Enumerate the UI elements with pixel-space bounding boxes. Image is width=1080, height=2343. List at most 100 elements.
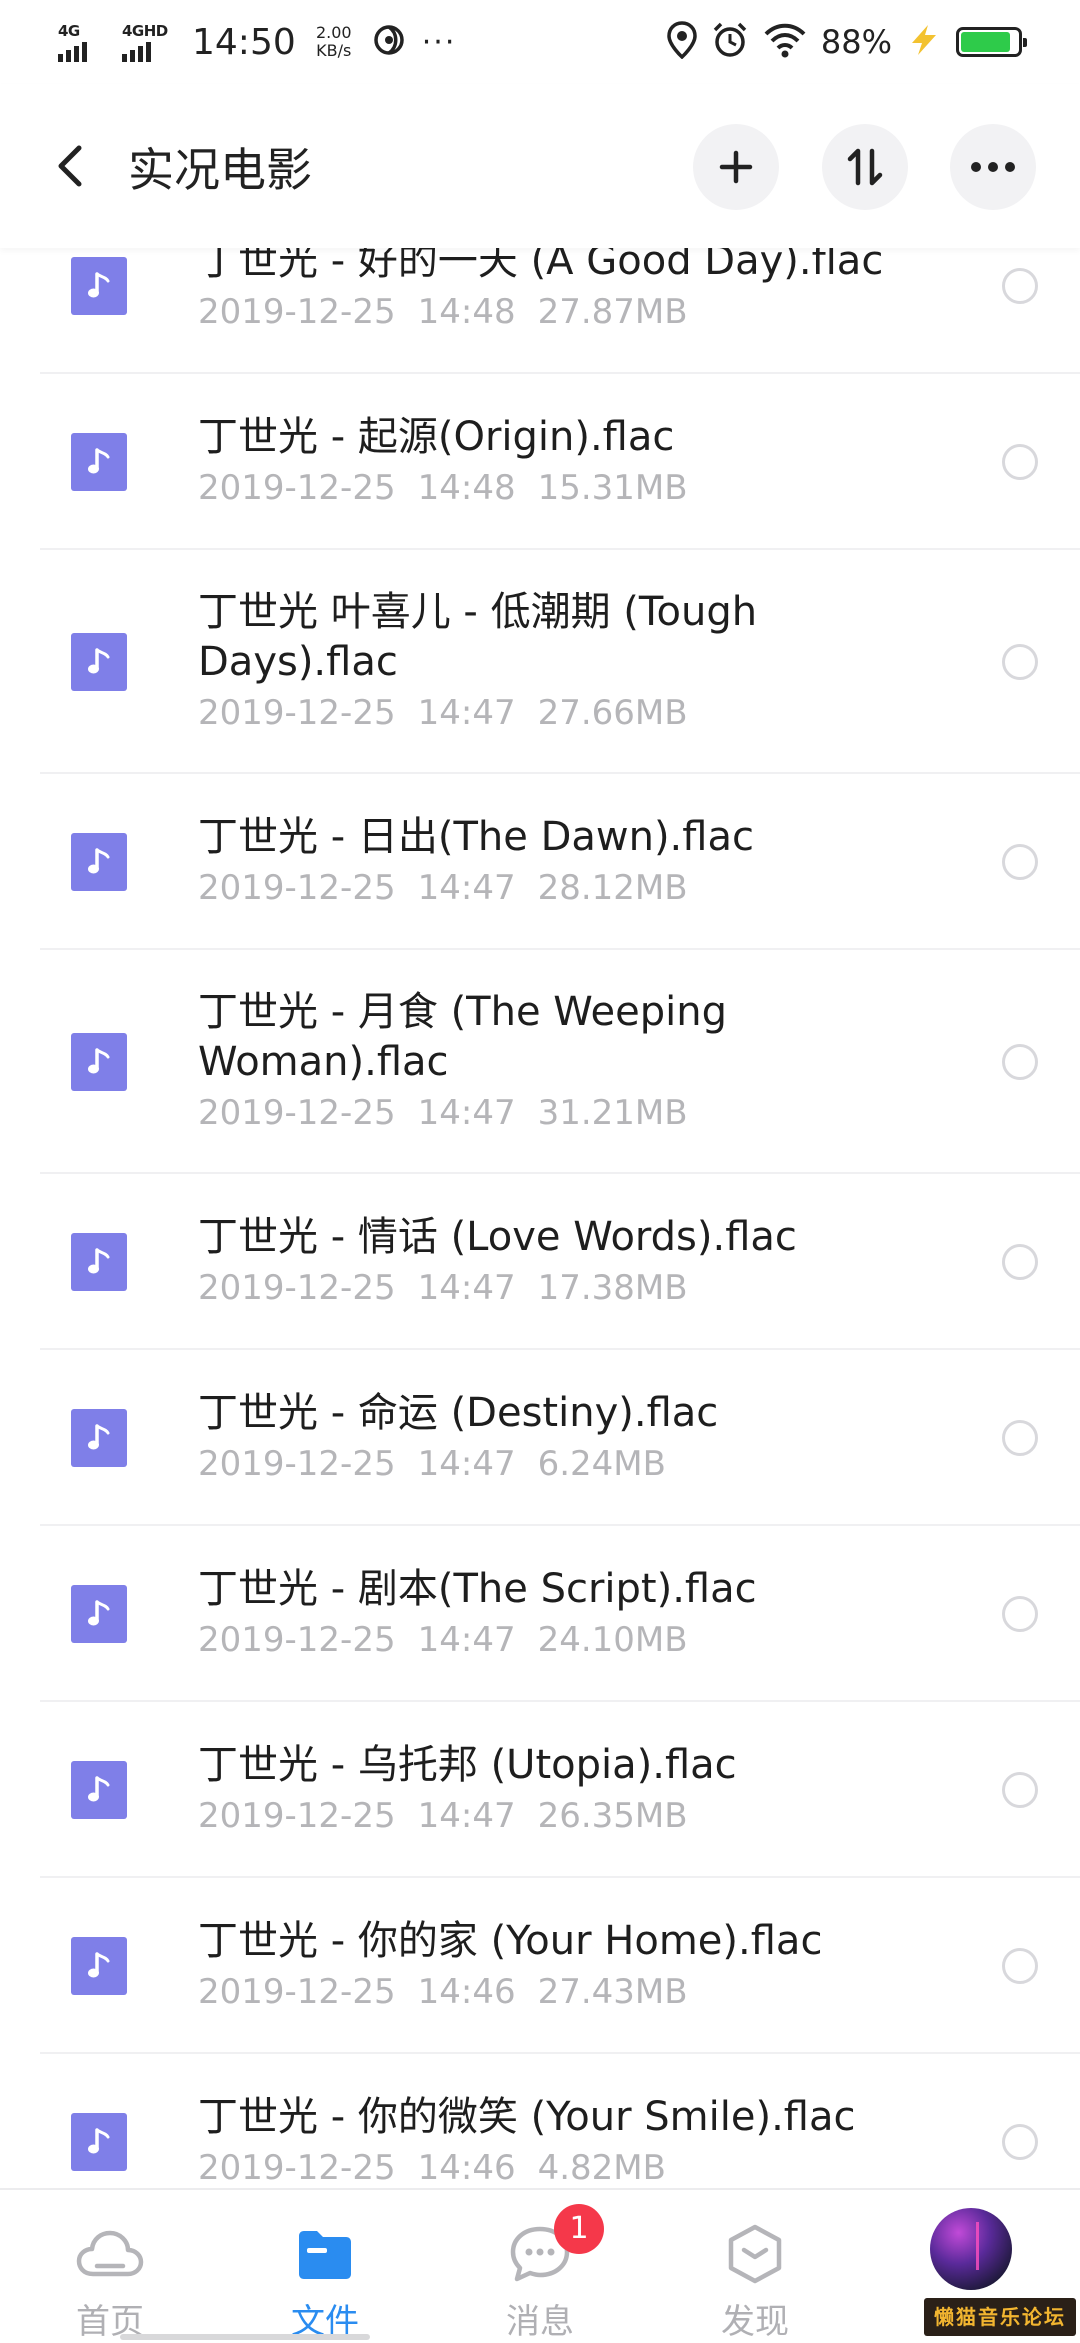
music-file-icon [71, 1585, 127, 1643]
select-checkbox[interactable] [1002, 844, 1038, 880]
file-name: 丁世光 - 日出(The Dawn).flac [198, 814, 754, 860]
file-name: 丁世光 - 你的微笑 (Your Smile).flac [198, 2094, 856, 2140]
nav-discover-label: 发现 [721, 2302, 789, 2342]
file-date: 2019-12-25 [198, 693, 396, 733]
location-icon [667, 21, 697, 63]
file-date: 2019-12-25 [198, 1093, 396, 1133]
file-meta: 2019-12-25 14:46 4.82MB [198, 2144, 950, 2188]
music-file-icon [71, 433, 127, 491]
profile-avatar[interactable] [930, 2208, 1012, 2290]
select-checkbox[interactable] [1002, 444, 1038, 480]
file-name: 丁世光 - 乌托邦 (Utopia).flac [198, 1742, 737, 1788]
music-file-icon [71, 1937, 127, 1995]
file-row[interactable]: 丁世光 - 你的微笑 (Your Smile).flac 2019-12-25 14… [0, 2054, 1080, 2188]
file-info: 丁世光 - 好的一天 (A Good Day).flac 2019-12-25 14… [198, 248, 950, 336]
nav-messages[interactable]: 1 消息 [460, 2190, 620, 2342]
file-date: 2019-12-25 [198, 868, 396, 908]
page-title: 实况电影 [128, 143, 312, 197]
nav-discover[interactable]: 发现 [675, 2190, 835, 2342]
status-more-icon: ··· [421, 24, 457, 60]
file-info: 丁世光 - 情话 (Love Words).flac 2019-12-25 14:4… [198, 1212, 950, 1312]
file-date: 2019-12-25 [198, 1972, 396, 2012]
header-bar: 实况电影 [0, 84, 1080, 248]
file-meta: 2019-12-25 14:48 27.87MB [198, 288, 950, 336]
file-date: 2019-12-25 [198, 2148, 396, 2188]
select-checkbox[interactable] [1002, 268, 1038, 304]
select-checkbox[interactable] [1002, 1596, 1038, 1632]
file-row[interactable]: 丁世光 - 起源(Origin).flac 2019-12-25 14:48 15.3… [0, 374, 1080, 550]
select-checkbox[interactable] [1002, 644, 1038, 680]
sort-icon [847, 148, 883, 186]
file-date: 2019-12-25 [198, 1620, 396, 1660]
signal-label-2: 4GHD [122, 22, 168, 40]
file-row[interactable]: 丁世光 - 命运 (Destiny).flac 2019-12-25 14:47 6.… [0, 1350, 1080, 1526]
music-file-icon [71, 833, 127, 891]
swirl-app-icon [372, 23, 406, 61]
select-checkbox[interactable] [1002, 2124, 1038, 2160]
file-row[interactable]: 丁世光 - 日出(The Dawn).flac 2019-12-25 14:47 28… [0, 774, 1080, 950]
file-time: 14:47 [417, 1093, 516, 1133]
add-button[interactable] [693, 124, 779, 210]
file-time: 14:47 [417, 693, 516, 733]
file-size: 27.66MB [537, 693, 688, 733]
file-date: 2019-12-25 [198, 1268, 396, 1308]
file-time: 14:47 [417, 1444, 516, 1484]
file-row[interactable]: 丁世光 - 月食 (The Weeping Woman).flac 2019-12… [0, 950, 1080, 1174]
back-icon [58, 145, 82, 187]
file-info: 丁世光 - 命运 (Destiny).flac 2019-12-25 14:47 6.… [198, 1388, 950, 1488]
file-size: 15.31MB [537, 468, 688, 508]
file-name: 丁世光 - 情话 (Love Words).flac [198, 1214, 797, 1260]
file-meta: 2019-12-25 14:47 27.66MB [198, 689, 950, 737]
select-checkbox[interactable] [1002, 1948, 1038, 1984]
file-meta: 2019-12-25 14:47 28.12MB [198, 864, 950, 912]
file-time: 14:47 [417, 868, 516, 908]
file-size: 4.82MB [537, 2148, 666, 2188]
file-row[interactable]: 丁世光 - 好的一天 (A Good Day).flac 2019-12-25 14… [0, 248, 1080, 374]
music-file-icon [71, 2113, 127, 2171]
sort-button[interactable] [822, 124, 908, 210]
file-name: 丁世光 - 起源(Origin).flac [198, 414, 675, 460]
file-name: 丁世光 - 剧本(The Script).flac [198, 1566, 757, 1612]
file-meta: 2019-12-25 14:47 26.35MB [198, 1792, 950, 1840]
file-time: 14:48 [417, 292, 516, 332]
select-checkbox[interactable] [1002, 1772, 1038, 1808]
file-row[interactable]: 丁世光 - 你的家 (Your Home).flac 2019-12-25 14:4… [0, 1878, 1080, 2054]
watermark-logo: 懒猫音乐论坛 [924, 2298, 1076, 2336]
nav-messages-label: 消息 [506, 2302, 574, 2342]
file-info: 丁世光 - 乌托邦 (Utopia).flac 2019-12-25 14:47 26… [198, 1740, 950, 1840]
music-file-icon [71, 633, 127, 691]
file-info: 丁世光 - 剧本(The Script).flac 2019-12-25 14:47… [198, 1564, 950, 1664]
file-date: 2019-12-25 [198, 1796, 396, 1836]
nav-home[interactable]: 首页 [30, 2190, 190, 2342]
file-info: 丁世光 - 你的微笑 (Your Smile).flac 2019-12-25 14… [198, 2092, 950, 2188]
scroll-indicator [120, 2334, 370, 2340]
select-checkbox[interactable] [1002, 1044, 1038, 1080]
file-info: 丁世光 - 日出(The Dawn).flac 2019-12-25 14:47 28… [198, 812, 950, 912]
battery-fill [961, 32, 1011, 52]
file-list[interactable]: 丁世光 - 好的一天 (A Good Day).flac 2019-12-25 14… [0, 248, 1080, 2188]
network-speed-value: 2.00 [315, 23, 352, 42]
file-row[interactable]: 丁世光 - 情话 (Love Words).flac 2019-12-25 14:4… [0, 1174, 1080, 1350]
back-button[interactable] [48, 136, 92, 196]
file-name: 丁世光 - 命运 (Destiny).flac [198, 1390, 719, 1436]
file-meta: 2019-12-25 14:47 6.24MB [198, 1440, 950, 1488]
file-row[interactable]: 丁世光 - 剧本(The Script).flac 2019-12-25 14:47… [0, 1526, 1080, 1702]
file-meta: 2019-12-25 14:47 17.38MB [198, 1264, 950, 1312]
music-file-icon [71, 257, 127, 315]
hexagon-discover-icon [715, 2218, 795, 2290]
cellular-signal-icon: 4G [58, 22, 104, 62]
select-checkbox[interactable] [1002, 1244, 1038, 1280]
file-row[interactable]: 丁世光 - 乌托邦 (Utopia).flac 2019-12-25 14:47 26… [0, 1702, 1080, 1878]
file-info: 丁世光 叶喜儿 - 低潮期 (Tough Days).flac 2019-12-2… [198, 587, 950, 737]
music-file-icon [71, 1761, 127, 1819]
music-file-icon [71, 1033, 127, 1091]
nav-files[interactable]: 文件 [245, 2190, 405, 2342]
select-checkbox[interactable] [1002, 1420, 1038, 1456]
file-row[interactable]: 丁世光 叶喜儿 - 低潮期 (Tough Days).flac 2019-12-2… [0, 550, 1080, 774]
more-options-button[interactable] [950, 124, 1036, 210]
file-time: 14:47 [417, 1796, 516, 1836]
charging-icon [906, 23, 942, 61]
file-date: 2019-12-25 [198, 292, 396, 332]
file-name: 丁世光 叶喜儿 - 低潮期 (Tough Days).flac [198, 589, 758, 685]
add-icon [719, 150, 753, 184]
